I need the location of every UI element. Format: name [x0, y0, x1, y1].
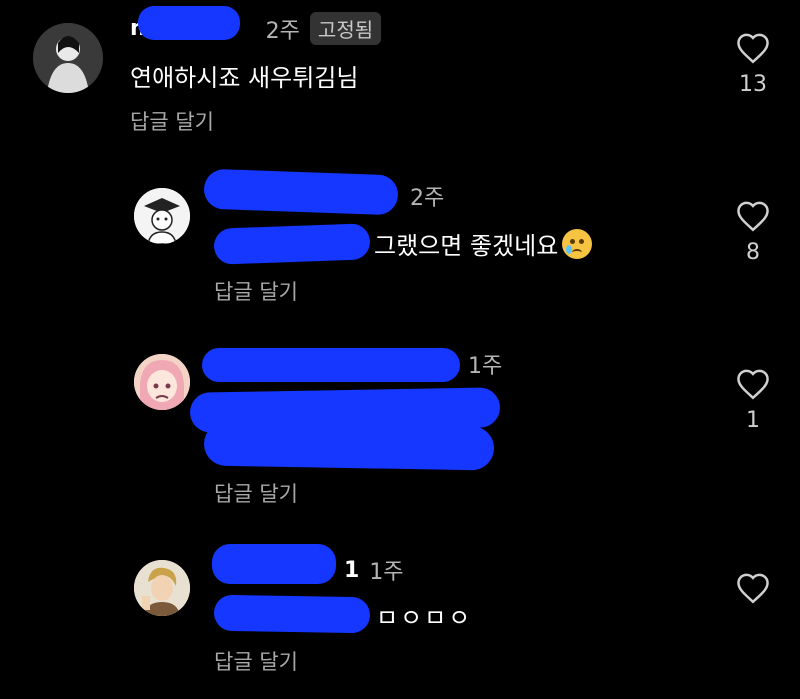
avatar[interactable] — [33, 23, 103, 93]
comment-text: 그랬으면 좋겠네요 — [374, 232, 559, 260]
heart-outline-icon — [737, 33, 769, 64]
comment-text: ㅁㅇㅁㅇ — [376, 604, 473, 632]
comment-text-wrap: ㅁㅇㅁㅇ — [376, 598, 472, 633]
reply-button[interactable]: 답글 달기 — [214, 276, 298, 306]
comment-time: 2주 — [265, 18, 300, 44]
comment-time: 2주 — [410, 186, 445, 211]
pinned-badge: 고정됨 — [309, 12, 382, 45]
like-button[interactable]: 13 — [728, 32, 778, 97]
reply-button[interactable]: 답글 달기 — [214, 478, 298, 508]
user-avatar-icon — [33, 23, 103, 93]
comment-text: 연애하시죠 새우튀김님 — [130, 64, 359, 92]
like-button[interactable] — [728, 572, 778, 612]
comment-time: 1주 — [468, 354, 503, 379]
like-count: 13 — [739, 72, 767, 97]
comment-text-wrap: 연애하시죠 새우튀김님 — [130, 58, 358, 93]
heart-outline-icon — [737, 573, 769, 604]
like-button[interactable]: 8 — [728, 200, 778, 265]
avatar[interactable] — [134, 188, 190, 244]
redaction-username — [212, 544, 336, 584]
anime-girl-avatar-icon — [134, 354, 190, 410]
like-count: 8 — [746, 240, 760, 265]
comment-text-wrap: 그랬으면 좋겠네요 — [374, 226, 593, 261]
reply-button[interactable]: 답글 달기 — [214, 646, 298, 676]
heart-outline-icon — [737, 369, 769, 400]
crying-face-emoji — [562, 228, 593, 259]
redaction-username — [202, 348, 460, 382]
redaction-username — [203, 168, 399, 216]
avatar[interactable] — [134, 560, 190, 616]
heart-outline-icon — [737, 201, 769, 232]
username[interactable]: 1 — [344, 558, 359, 583]
avatar[interactable] — [134, 354, 190, 410]
comment-time: 1주 — [369, 560, 404, 585]
redaction-username — [138, 6, 240, 40]
reply-button[interactable]: 답글 달기 — [130, 106, 214, 136]
redaction-mention — [213, 223, 371, 265]
graduate-avatar-icon — [134, 188, 190, 244]
like-count: 1 — [746, 408, 760, 433]
redaction-mention — [213, 594, 371, 634]
manga-character-avatar-icon — [134, 560, 190, 616]
redaction-text — [203, 421, 495, 471]
like-button[interactable]: 1 — [728, 368, 778, 433]
